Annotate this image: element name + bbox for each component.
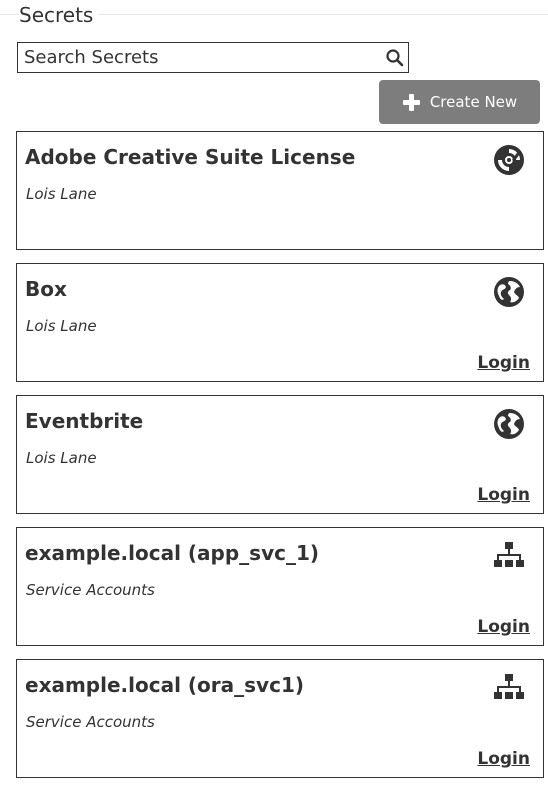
- secret-name[interactable]: Eventbrite: [25, 408, 143, 434]
- secret-name[interactable]: Box: [25, 276, 67, 302]
- secret-owner: Lois Lane: [26, 185, 97, 203]
- network-icon: [493, 672, 525, 704]
- globe-icon: [493, 276, 525, 308]
- secret-owner: Lois Lane: [26, 317, 97, 335]
- globe-icon: [493, 408, 525, 440]
- login-link[interactable]: Login: [477, 616, 530, 638]
- create-new-label: Create New: [429, 93, 518, 111]
- login-link[interactable]: Login: [477, 748, 530, 770]
- secret-card[interactable]: Eventbrite Lois Lane Login: [16, 395, 544, 514]
- search-box[interactable]: [17, 42, 409, 73]
- login-link[interactable]: Login: [477, 484, 530, 506]
- secret-name[interactable]: example.local (app_svc_1): [25, 540, 319, 566]
- create-new-button[interactable]: Create New: [379, 80, 540, 124]
- search-icon[interactable]: [385, 48, 405, 68]
- secret-card[interactable]: example.local (ora_svc1) Service Account…: [16, 659, 544, 778]
- network-icon: [493, 540, 525, 572]
- plus-icon: [402, 93, 420, 111]
- login-link[interactable]: Login: [477, 352, 530, 374]
- disc-icon: [493, 144, 525, 176]
- secret-owner: Lois Lane: [26, 449, 97, 467]
- page-title: Secrets: [19, 1, 100, 29]
- secret-owner: Service Accounts: [26, 581, 155, 599]
- secret-card[interactable]: Box Lois Lane Login: [16, 263, 544, 382]
- secret-name[interactable]: example.local (ora_svc1): [25, 672, 304, 698]
- secret-card[interactable]: Adobe Creative Suite License Lois Lane: [16, 131, 544, 250]
- secret-card[interactable]: example.local (app_svc_1) Service Accoun…: [16, 527, 544, 646]
- search-input[interactable]: [18, 43, 384, 72]
- secrets-list: Adobe Creative Suite License Lois Lane B…: [16, 131, 544, 791]
- secret-owner: Service Accounts: [26, 713, 155, 731]
- secret-name[interactable]: Adobe Creative Suite License: [25, 144, 355, 170]
